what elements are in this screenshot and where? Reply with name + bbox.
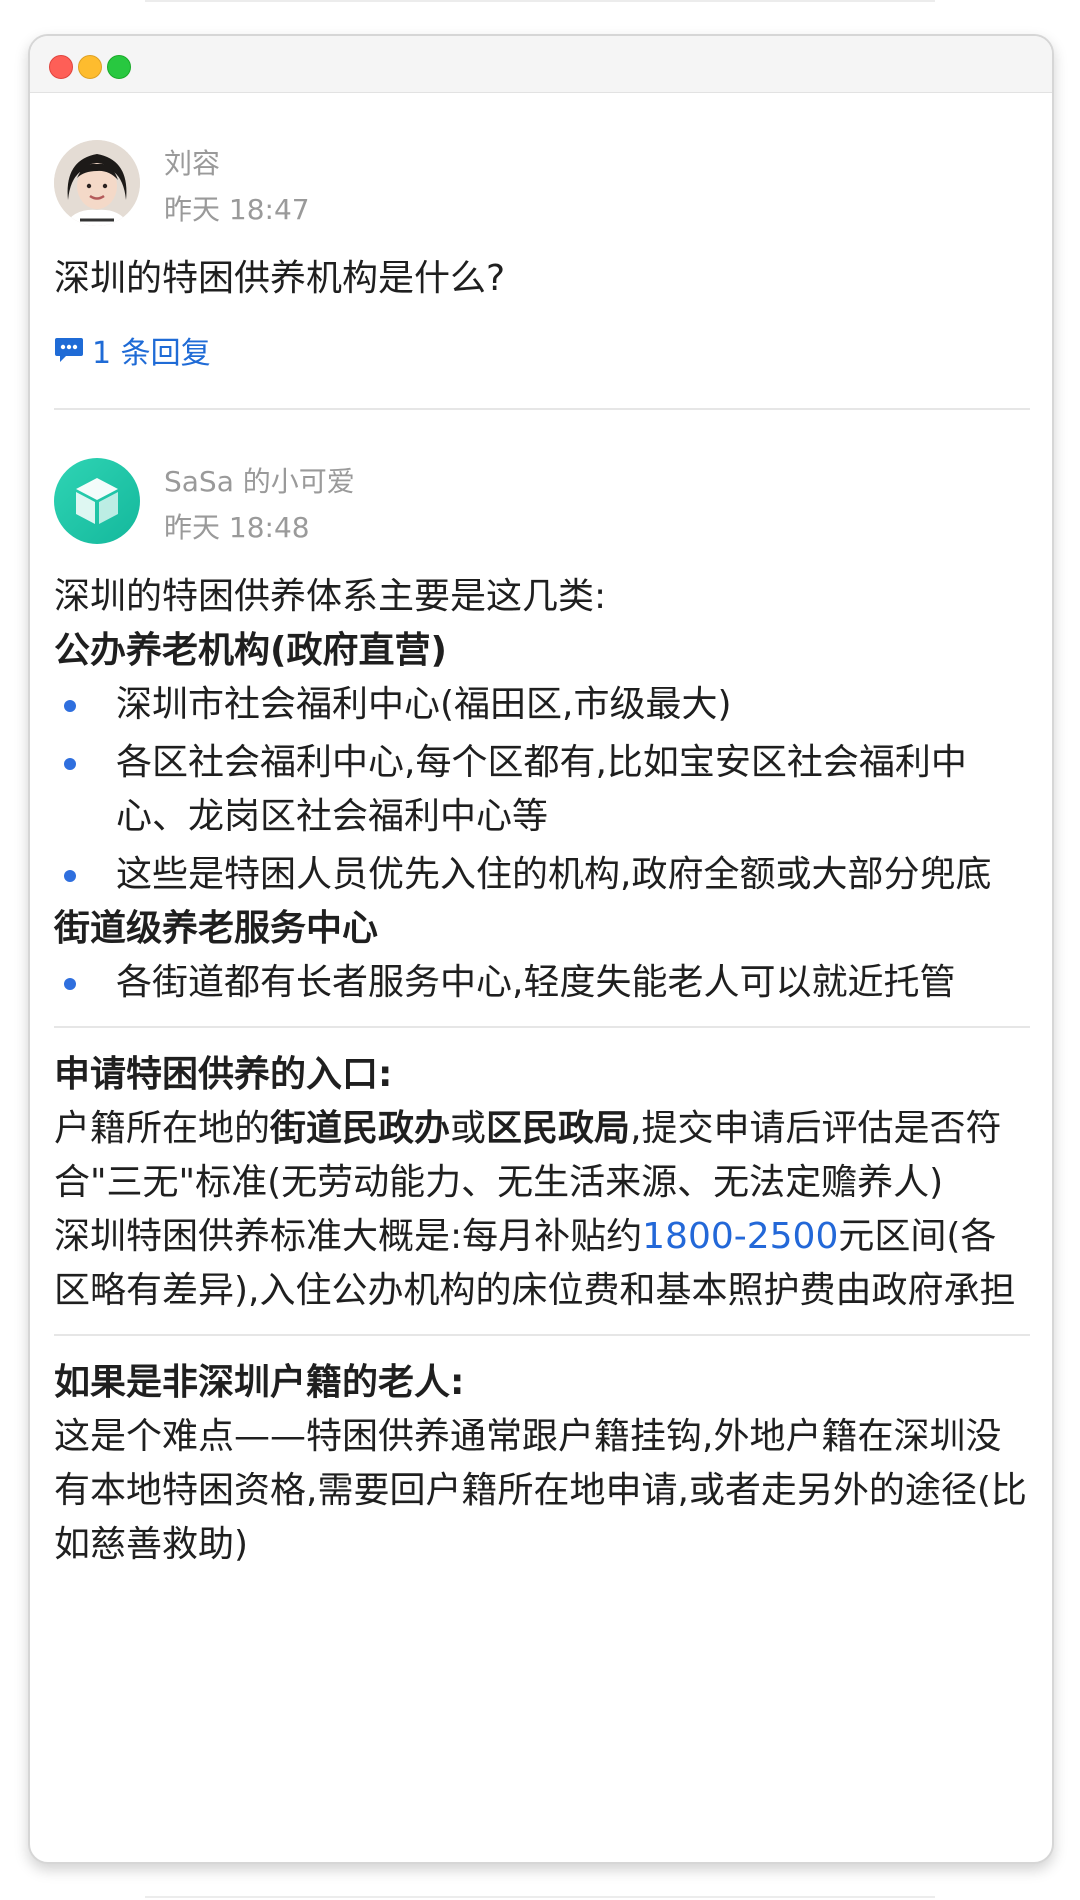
list-item: 这些是特困人员优先入住的机构,政府全额或大部分兜底 xyxy=(54,848,1030,902)
section3-paragraph1: 户籍所在地的街道民政办或区民政局,提交申请后评估是否符合"三无"标准(无劳动能力… xyxy=(54,1102,1030,1210)
section4-heading: 如果是非深圳户籍的老人: xyxy=(54,1362,465,1403)
section-divider xyxy=(54,1334,1030,1336)
question-time: 昨天 18:47 xyxy=(164,193,310,226)
chat-window: 刘容 昨天 18:47 深圳的特困供养机构是什么? 1 条回复 SaSa 的小可… xyxy=(28,34,1054,1864)
list-item: 各街道都有长者服务中心,轻度失能老人可以就近托管 xyxy=(54,956,1030,1010)
close-button[interactable] xyxy=(49,55,73,79)
question-author[interactable]: 刘容 xyxy=(164,142,220,182)
avatar[interactable] xyxy=(54,140,140,226)
title-bar xyxy=(30,36,1052,93)
text-span-bold: 街道民政办 xyxy=(270,1108,451,1149)
section4-paragraph: 这是个难点——特困供养通常跟户籍挂钩,外地户籍在深圳没有本地特困资格,需要回户籍… xyxy=(54,1416,1027,1565)
text-span: 深圳特困供养标准大概是:每月补贴约 xyxy=(54,1216,643,1257)
chat-bubble-icon xyxy=(55,338,83,362)
cube-icon xyxy=(76,478,118,524)
question-text: 深圳的特困供养机构是什么? xyxy=(54,258,506,299)
answer-intro: 深圳的特困供养体系主要是这几类: xyxy=(54,576,607,617)
section3-paragraph2: 深圳特困供养标准大概是:每月补贴约1800-2500元区间(各区略有差异),入住… xyxy=(54,1210,1030,1318)
reply-count-link[interactable]: 1 条回复 xyxy=(54,328,1030,372)
text-span: 户籍所在地的 xyxy=(54,1108,271,1149)
section1-heading: 公办养老机构(政府直营) xyxy=(54,630,447,671)
thread-content: 刘容 昨天 18:47 深圳的特困供养机构是什么? 1 条回复 SaSa 的小可… xyxy=(54,92,1030,1572)
list-item: 各区社会福利中心,每个区都有,比如宝安区社会福利中心、龙岗区社会福利中心等 xyxy=(54,736,1030,844)
text-span-bold: 区民政局 xyxy=(486,1108,631,1149)
avatar[interactable] xyxy=(54,458,140,544)
section2-heading: 街道级养老服务中心 xyxy=(54,908,379,949)
answer-time: 昨天 18:48 xyxy=(164,511,310,544)
reply-count-label: 1 条回复 xyxy=(92,336,211,371)
subsidy-range-link[interactable]: 1800-2500 xyxy=(642,1216,838,1257)
background-line-bottom xyxy=(145,1896,935,1898)
list-item: 深圳市社会福利中心(福田区,市级最大) xyxy=(54,678,1030,732)
section-divider xyxy=(54,1026,1030,1028)
question-divider xyxy=(54,408,1030,410)
maximize-button[interactable] xyxy=(107,55,131,79)
section2-list: 各街道都有长者服务中心,轻度失能老人可以就近托管 xyxy=(54,956,1030,1010)
text-span: 或 xyxy=(450,1108,487,1149)
background-line-top xyxy=(145,0,935,2)
minimize-button[interactable] xyxy=(78,55,102,79)
section1-list: 深圳市社会福利中心(福田区,市级最大) 各区社会福利中心,每个区都有,比如宝安区… xyxy=(54,678,1030,902)
question-header: 刘容 昨天 18:47 xyxy=(54,140,1030,230)
section3-heading: 申请特困供养的入口: xyxy=(54,1054,393,1095)
answer-header: SaSa 的小可爱 昨天 18:48 xyxy=(54,458,1030,548)
person-avatar-icon xyxy=(54,140,140,226)
answer-author[interactable]: SaSa 的小可爱 xyxy=(164,460,355,500)
